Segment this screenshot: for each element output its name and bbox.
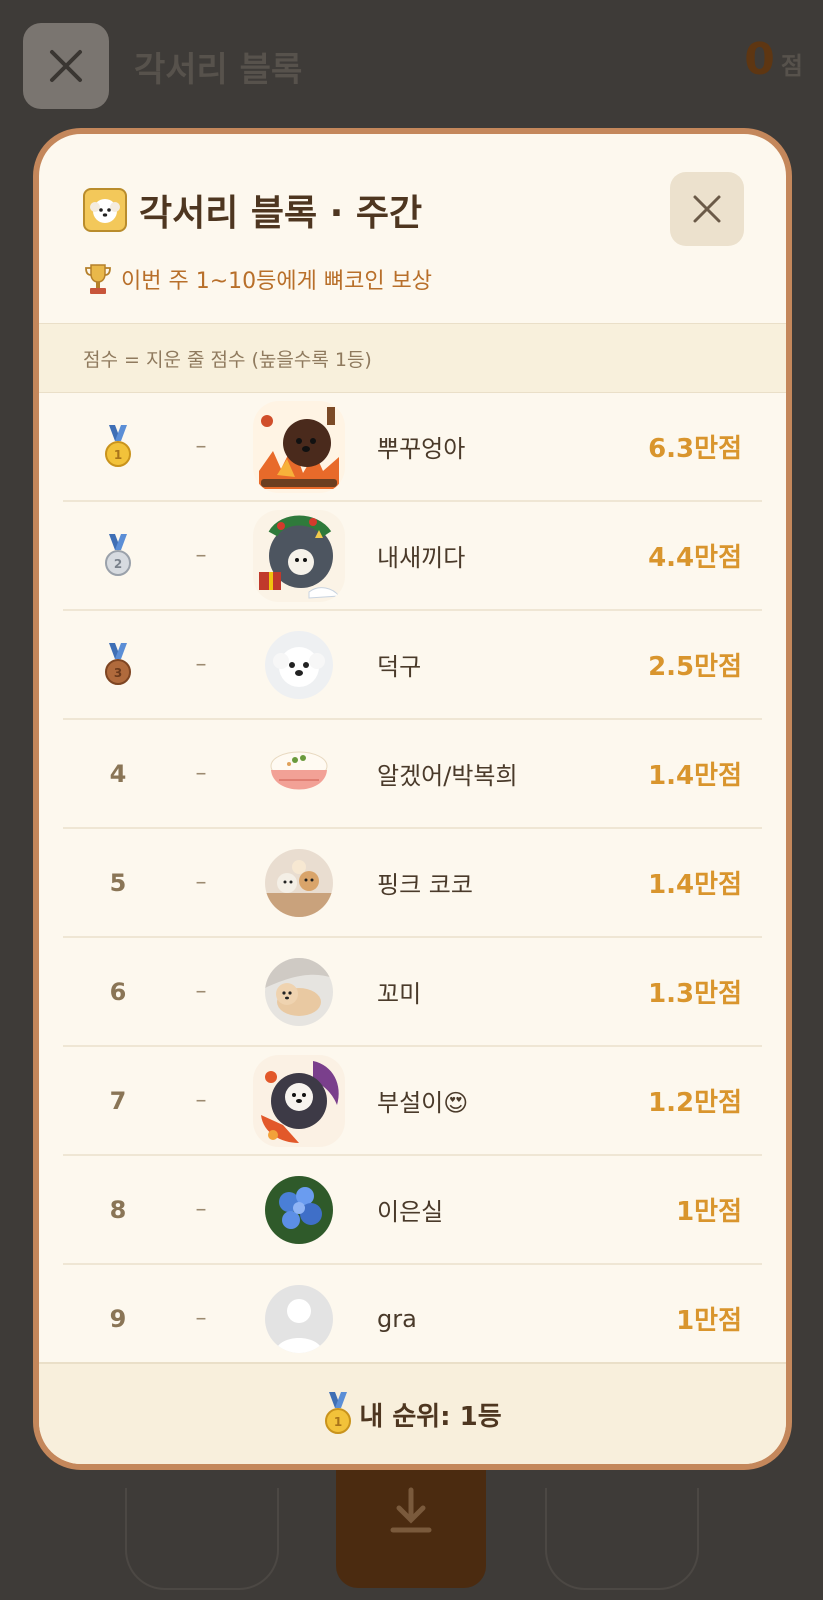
background-right-button (545, 1488, 699, 1590)
silver-medal-icon: 2 (105, 533, 131, 576)
leaderboard-row: 9 – gra 1만점 (63, 1265, 762, 1374)
leaderboard-row: 4 – 알겠어/박복희 1.4만점 (63, 720, 762, 829)
reward-text: 이번 주 1~10등에게 뼈코인 보상 (121, 269, 433, 294)
background-close-button (23, 23, 109, 109)
player-name: 덕구 (377, 653, 422, 681)
rank-number: 5 (109, 868, 127, 897)
bronze-medal-icon: 3 (105, 642, 131, 685)
my-rank-text: 내 순위: 1등 (359, 1401, 502, 1432)
rank-medal: 2 (63, 533, 173, 578)
player-name: 부설이😍 (377, 1089, 469, 1117)
title-row: 각서리 블록 · 주간 (83, 184, 422, 236)
player-name: 내새끼다 (377, 544, 466, 572)
avatar (265, 1175, 333, 1244)
avatar (253, 400, 345, 493)
modal-title: 각서리 블록 · 주간 (139, 193, 423, 234)
score-info-bar: 점수 = 지운 줄 점수 (높을수록 1등) (39, 323, 786, 393)
rank-number: 6 (109, 977, 127, 1006)
background-score-value: 0 (744, 34, 775, 85)
rank-number: 8 (109, 1195, 127, 1224)
rank-change: – (195, 1088, 207, 1113)
modal-close-button[interactable] (670, 172, 744, 246)
rank-number: 7 (109, 1086, 127, 1115)
leaderboard-list: 1 – 뿌꾸엉아 6.3만점 2 – 내새끼다 4.4만점 3 – 덕구 2.5… (39, 393, 786, 1374)
player-score: 1.4만점 (648, 761, 742, 791)
leaderboard-row: 3 – 덕구 2.5만점 (63, 611, 762, 720)
player-name: 핑크 코코 (377, 871, 473, 899)
rank-number: 4 (109, 759, 127, 788)
player-score: 1만점 (676, 1306, 742, 1336)
reward-notice: 이번 주 1~10등에게 뼈코인 보상 (83, 262, 432, 296)
rank-change: – (195, 1306, 207, 1331)
default-avatar-icon (265, 1284, 333, 1353)
player-name: 꼬미 (377, 980, 422, 1008)
player-name: 뿌꾸엉아 (377, 435, 466, 463)
player-score: 2.5만점 (648, 652, 742, 682)
trophy-icon (85, 264, 111, 294)
avatar (265, 630, 333, 699)
leaderboard-row: 7 – 부설이😍 1.2만점 (63, 1047, 762, 1156)
rank-change: – (195, 652, 207, 677)
rank-change: – (195, 543, 207, 568)
svg-text:2: 2 (114, 557, 122, 571)
gold-medal-icon: 1 (325, 1392, 352, 1434)
player-name: 알겠어/박복희 (377, 762, 518, 790)
player-score: 1.3만점 (648, 979, 742, 1009)
leaderboard-modal: 각서리 블록 · 주간 이번 주 1~10등에게 뼈코인 보상 점수 = 지운 … (33, 128, 792, 1470)
avatar (265, 739, 333, 808)
rank-change: – (195, 434, 207, 459)
rank-medal: 3 (63, 642, 173, 687)
rank-change: – (195, 870, 207, 895)
background-drop-button (336, 1470, 486, 1588)
avatar (265, 957, 333, 1026)
close-icon (693, 195, 721, 223)
leaderboard-row: 2 – 내새끼다 4.4만점 (63, 502, 762, 611)
background-left-button (125, 1488, 279, 1590)
player-name: gra (377, 1304, 417, 1333)
svg-text:1: 1 (334, 1415, 342, 1429)
modal-header: 각서리 블록 · 주간 이번 주 1~10등에게 뼈코인 보상 (39, 134, 786, 323)
leaderboard-row: 8 – 이은실 1만점 (63, 1156, 762, 1265)
rank-change: – (195, 761, 207, 786)
close-icon (50, 50, 82, 82)
leaderboard-row: 5 – 핑크 코코 1.4만점 (63, 829, 762, 938)
rank-number: 9 (109, 1304, 127, 1333)
avatar (265, 848, 333, 917)
player-score: 1만점 (676, 1197, 742, 1227)
avatar (253, 509, 345, 602)
my-rank-footer: 1 내 순위: 1등 (39, 1362, 786, 1464)
rank-change: – (195, 979, 207, 1004)
player-score: 1.2만점 (648, 1088, 742, 1118)
background-score: 0 점 (744, 34, 803, 85)
rank-change: – (195, 1197, 207, 1222)
leaderboard-row: 6 – 꼬미 1.3만점 (63, 938, 762, 1047)
player-score: 4.4만점 (648, 543, 742, 573)
leaderboard-row: 1 – 뿌꾸엉아 6.3만점 (63, 393, 762, 502)
player-score: 1.4만점 (648, 870, 742, 900)
gold-medal-icon: 1 (105, 424, 131, 467)
background-game-title: 각서리 블록 (134, 50, 303, 90)
player-name: 이은실 (377, 1198, 444, 1226)
rank-medal: 1 (63, 424, 173, 469)
player-score: 6.3만점 (648, 434, 742, 464)
svg-text:1: 1 (114, 448, 122, 462)
download-icon (390, 1487, 432, 1533)
svg-text:3: 3 (114, 666, 122, 680)
dog-icon (83, 188, 127, 232)
background-score-unit: 점 (780, 52, 803, 80)
avatar (253, 1054, 345, 1147)
